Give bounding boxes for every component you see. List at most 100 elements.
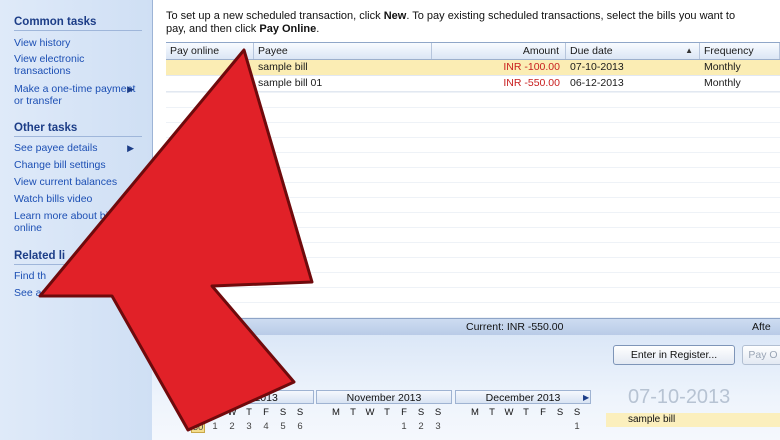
table-row[interactable]: sample bill INR -100.00 07-10-2013 Month… [166,60,780,76]
col-pay-online[interactable]: Pay online [166,43,254,59]
calendar-month-title: December 2013 [455,390,591,404]
show-calendar-link[interactable]: ow calendar [202,360,259,372]
grid-line [166,212,780,213]
instr-pay-online-keyword: Pay Online [259,23,317,35]
calendar-weekday-label: M [332,407,340,418]
related-link-rates[interactable]: See ard rates [14,287,140,299]
calendar-weekday-label: F [540,407,546,418]
grid-line [166,242,780,243]
watch-bills-video-label: Watch bills video [14,193,93,205]
calendar-day[interactable]: 1 [570,421,584,433]
grid-line [166,107,780,108]
grid-line [166,167,780,168]
alternate-link[interactable]: nate [202,340,222,352]
grid-line [166,272,780,273]
calendar-day[interactable]: 1 [397,421,411,433]
calendar-month-title: October 2013 [178,390,314,404]
grid-line [166,197,780,198]
calendar-next-icon[interactable]: ▶ [583,393,589,402]
cell-amount: INR -100.00 [503,61,560,73]
calendar-weekday-label: T [489,407,495,418]
calendar-weekday-label: T [350,407,356,418]
grid-line [166,122,780,123]
one-time-payment-label: Make a one-time payment or transfer [14,83,136,107]
calendar-weekday-label: W [365,407,375,418]
calendar-weekday-label: T [523,407,529,418]
change-bill-settings-link[interactable]: Change bill settings [14,159,140,171]
after-balance-text: Afte [752,321,771,333]
calendar-weekday-label: T [384,407,390,418]
col-frequency[interactable]: Frequency [700,43,780,59]
calendar-day[interactable]: 6 [293,421,307,433]
cell-payee: sample bill 01 [258,77,323,89]
grid-header: Pay online Payee Amount Due date ▲ Frequ… [166,43,780,60]
cell-due-date: 07-10-2013 [570,61,624,73]
grid-line [166,137,780,138]
submenu-arrow-icon: ▶ [127,143,134,153]
selected-date-display: 07-10-2013 [628,386,731,408]
calendar-weekday-label: S [296,407,304,418]
calendar-day[interactable]: 2 [225,421,239,433]
instr-line1-c: . To pay existing scheduled transactions… [406,10,736,22]
calendar-weekday-label: F [263,407,269,418]
calendar-october: ◀ October 2013 MTWTFSS30123456 [178,390,314,440]
see-payee-details-label: See payee details [14,142,98,154]
calendar-weekday-label: S [556,407,564,418]
calendar-day[interactable]: 3 [242,421,256,433]
related-links-heading: Related li [14,250,142,265]
cell-payee: sample bill [258,61,308,73]
cell-frequency: Monthly [704,77,741,89]
calendar-weekday-label: S [434,407,442,418]
common-tasks-heading: Common tasks [14,16,142,31]
calendar-december: December 2013 ▶ MTWTFSS1 [455,390,591,440]
view-history-link[interactable]: View history [14,37,140,49]
cell-due-date: 06-12-2013 [570,77,624,89]
calendar-day[interactable]: 3 [431,421,445,433]
learn-more-bills-online-label: Learn more about bills online [14,210,118,234]
calendar-day[interactable]: 2 [414,421,428,433]
calendar-weekday-label: M [471,407,479,418]
grid-line [166,152,780,153]
calendar-weekday-label: S [573,407,581,418]
col-due-date-label: Due date [570,45,613,57]
view-history-label: View history [14,37,71,49]
calendar-weekday-label: S [279,407,287,418]
learn-more-bills-online-link[interactable]: Learn more about bills online [14,210,140,234]
instr-line2-c: . [316,23,320,35]
pay-online-button[interactable]: Pay O [742,345,780,365]
scheduled-bills-grid: Pay online Payee Amount Due date ▲ Frequ… [166,42,780,319]
watch-bills-video-link[interactable]: Watch bills video [14,193,140,205]
table-row[interactable]: sample bill 01 INR -550.00 06-12-2013 Mo… [166,76,780,92]
instructions-text: To set up a new scheduled transaction, c… [166,10,766,36]
related-link-find[interactable]: Find th [14,270,140,282]
calendar-day[interactable]: 30 [191,421,205,433]
instr-new-keyword: New [383,10,407,22]
one-time-payment-link[interactable]: Make a one-time payment or transfer ▶ [14,83,140,107]
calendar-day[interactable]: 4 [259,421,273,433]
selected-bill-chip[interactable]: sample bill [606,413,780,427]
col-payee[interactable]: Payee [254,43,432,59]
summary-bar: ment (C Current: INR -550.00 Afte [152,318,780,335]
cell-pay-online[interactable] [166,76,254,91]
other-tasks-heading: Other tasks [14,122,142,137]
calendar-weekday-label: W [227,407,237,418]
col-amount[interactable]: Amount [432,43,566,59]
calendar-weekday-label: M [194,407,202,418]
related-link-find-label: Find th [14,270,47,282]
calendar-month-title: November 2013 [316,390,452,404]
calendar-weekday-label: F [401,407,407,418]
sort-ascending-icon: ▲ [685,46,693,55]
view-current-balances-link[interactable]: View current balances [14,176,140,188]
grid-line [166,182,780,183]
current-balance-text: Current: INR -550.00 [466,321,564,333]
cell-amount: INR -550.00 [503,77,560,89]
calendar-weekday-label: S [417,407,425,418]
calendar-november: November 2013 MTWTFSS123 [316,390,452,440]
calendar-day[interactable]: 1 [208,421,222,433]
enter-in-register-button[interactable]: Enter in Register... [613,345,735,365]
cell-pay-online[interactable] [166,60,254,75]
calendar-day[interactable]: 5 [276,421,290,433]
col-due-date[interactable]: Due date ▲ [566,43,700,59]
see-payee-details-link[interactable]: See payee details ▶ [14,142,140,154]
view-electronic-transactions-link[interactable]: View electronic transactions [14,53,140,77]
